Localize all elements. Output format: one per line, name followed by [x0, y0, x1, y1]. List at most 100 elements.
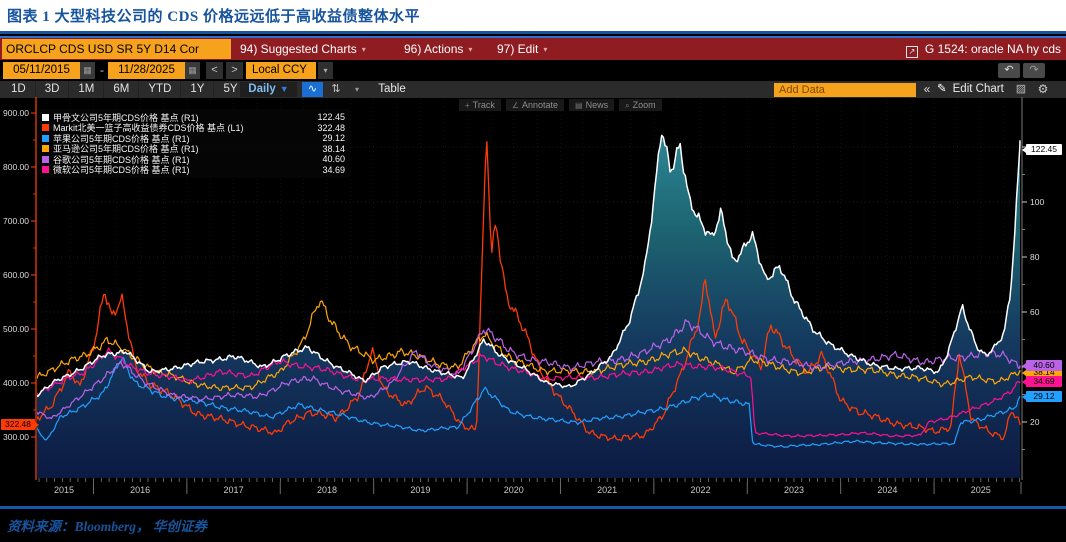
- currency-select[interactable]: Local CCY: [246, 62, 316, 79]
- period-button-1d[interactable]: 1D: [2, 81, 36, 98]
- prev-period-button[interactable]: <: [206, 62, 223, 79]
- caret-down-icon: ▾: [361, 45, 366, 54]
- caret-down-icon: ▾: [468, 45, 473, 54]
- redo-button[interactable]: ↷: [1023, 63, 1045, 78]
- calendar-icon[interactable]: ▦: [80, 62, 95, 79]
- chart-tool-track[interactable]: + Track: [459, 99, 501, 111]
- left-axis-label: 600.00: [3, 270, 29, 280]
- axis-value-badge: 40.60: [1022, 360, 1062, 371]
- saved-chart-tag[interactable]: ↗ G 1524: oracle NA hy cds: [905, 39, 1061, 59]
- annotate-icon: ∠: [511, 101, 520, 110]
- right-axis-label: 80: [1030, 252, 1040, 262]
- export-icon: ↗: [905, 46, 918, 58]
- badge-pointer: [1022, 362, 1026, 369]
- menu-actions[interactable]: 96) Actions ▾: [404, 39, 472, 59]
- period-button-1y[interactable]: 1Y: [181, 81, 215, 98]
- x-axis-year-label: 2021: [597, 485, 617, 495]
- legend-color-chip: [42, 113, 49, 121]
- currency-caret-icon[interactable]: ▾: [318, 62, 333, 79]
- axis-value-badge: 29.12: [1022, 391, 1062, 402]
- right-axis-label: 20: [1030, 417, 1040, 427]
- frequency-label: Daily: [248, 83, 276, 95]
- compare-icon[interactable]: ⇅: [327, 82, 345, 97]
- frequency-dropdown[interactable]: Daily ▼: [240, 82, 297, 97]
- date-range-separator: -: [100, 63, 104, 77]
- chart-legend: 甲骨文公司5年期CDS价格 基点 (R1) 122.45 Markit北美一篮子高收…: [38, 109, 350, 178]
- left-axis-label: 300.00: [3, 432, 29, 442]
- collapse-panel-button[interactable]: «: [920, 81, 934, 98]
- chart-tool-annotate[interactable]: ∠ Annotate: [505, 99, 565, 111]
- date-end-field[interactable]: 11/28/2025: [108, 62, 185, 79]
- legend-series-value: 322.48: [317, 122, 345, 133]
- left-axis-label: 800.00: [3, 162, 29, 172]
- track-icon: +: [465, 101, 470, 110]
- x-axis-year-label: 2016: [130, 485, 150, 495]
- x-axis-year-label: 2022: [691, 485, 711, 495]
- x-axis-year-label: 2023: [784, 485, 804, 495]
- undo-button[interactable]: ↶: [998, 63, 1020, 78]
- legend-color-chip: [42, 134, 49, 142]
- menu-suggested-charts[interactable]: 94) Suggested Charts ▾: [240, 39, 366, 59]
- menu-edit[interactable]: 97) Edit ▾: [497, 39, 547, 59]
- legend-color-chip: [42, 145, 49, 153]
- legend-color-chip: [42, 166, 49, 174]
- table-button[interactable]: Table: [372, 81, 412, 98]
- period-button-3d[interactable]: 3D: [36, 81, 70, 98]
- x-axis-year-label: 2018: [317, 485, 337, 495]
- menu-label: 94) Suggested Charts: [240, 42, 357, 56]
- gear-icon[interactable]: ⚙: [1034, 82, 1052, 97]
- x-axis-year-label: 2025: [971, 485, 991, 495]
- period-button-ytd[interactable]: YTD: [139, 81, 182, 98]
- chart-annotate-icon[interactable]: ▨: [1012, 82, 1030, 97]
- oracle-area-fill: [37, 135, 1020, 478]
- security-ticker-field[interactable]: ORCLCP CDS USD SR 5Y D14 Cor: [2, 39, 231, 59]
- legend-series-value: 29.12: [322, 133, 345, 144]
- chart-tool-zoom[interactable]: ⌕ Zoom: [619, 99, 662, 111]
- x-axis: 2015 2016 2017 2018 2019 2020 2021 2022 2023 2024…: [38, 478, 1022, 495]
- period-button-6m[interactable]: 6M: [104, 81, 140, 98]
- bottom-divider: [0, 506, 1066, 509]
- next-period-button[interactable]: >: [226, 62, 243, 79]
- x-axis-year-label: 2020: [504, 485, 524, 495]
- x-axis-year-label: 2017: [224, 485, 244, 495]
- legend-color-chip: [42, 155, 49, 163]
- axis-value-badge: 322.48: [1, 419, 39, 430]
- chart-tool-news[interactable]: ▤ News: [569, 99, 615, 111]
- badge-pointer: [35, 421, 39, 428]
- add-data-input[interactable]: Add Data: [774, 83, 916, 97]
- caret-down-icon: ▾: [543, 45, 548, 54]
- figure-title-bar: 图表 1 大型科技公司的 CDS 价格远远低于高收益债整体水平: [0, 0, 1066, 31]
- axis-value-badge: 122.45: [1022, 144, 1062, 155]
- title-underline: [0, 31, 1066, 34]
- x-axis-year-label: 2019: [410, 485, 430, 495]
- legend-item[interactable]: 微软公司5年期CDS价格 基点 (R1) 34.69: [42, 164, 345, 175]
- page: 图表 1 大型科技公司的 CDS 价格远远低于高收益债整体水平 ORCLCP C…: [0, 0, 1066, 542]
- edit-chart-button[interactable]: ✎ Edit Chart: [937, 81, 1004, 98]
- date-start-field[interactable]: 05/11/2015: [3, 62, 80, 79]
- legend-color-chip: [42, 124, 49, 132]
- news-icon: ▤: [575, 101, 583, 110]
- chart-tools: + Track ∠ Annotate ▤ News ⌕ Zoom: [459, 99, 662, 111]
- menu-label: 96) Actions: [404, 42, 464, 56]
- pencil-icon: ✎: [937, 83, 947, 95]
- figure-title: 图表 1 大型科技公司的 CDS 价格远远低于高收益债整体水平: [7, 9, 421, 25]
- calendar-icon[interactable]: ▦: [185, 62, 200, 79]
- right-axis-label: 60: [1030, 307, 1040, 317]
- axis-value-badge: 34.69: [1022, 376, 1062, 387]
- saved-chart-label: G 1524: oracle NA hy cds: [924, 42, 1061, 56]
- legend-series-value: 40.60: [322, 154, 345, 165]
- legend-series-value: 122.45: [317, 112, 345, 123]
- left-axis-label: 500.00: [3, 324, 29, 334]
- x-axis-year-label: 2015: [54, 485, 74, 495]
- x-axis-year-label: 2024: [877, 485, 897, 495]
- zoom-icon: ⌕: [625, 101, 630, 110]
- menu-label: 97) Edit: [497, 42, 539, 56]
- legend-series-value: 34.69: [322, 164, 345, 175]
- line-chart-type-button[interactable]: ∿: [302, 82, 323, 97]
- edit-chart-label: Edit Chart: [952, 83, 1004, 95]
- chart-type-caret-icon[interactable]: ▾: [349, 82, 365, 97]
- dropdown-arrow-icon: ▼: [279, 84, 289, 94]
- left-axis-label: 400.00: [3, 378, 29, 388]
- period-button-1m[interactable]: 1M: [69, 81, 105, 98]
- left-axis-label: 700.00: [3, 216, 29, 226]
